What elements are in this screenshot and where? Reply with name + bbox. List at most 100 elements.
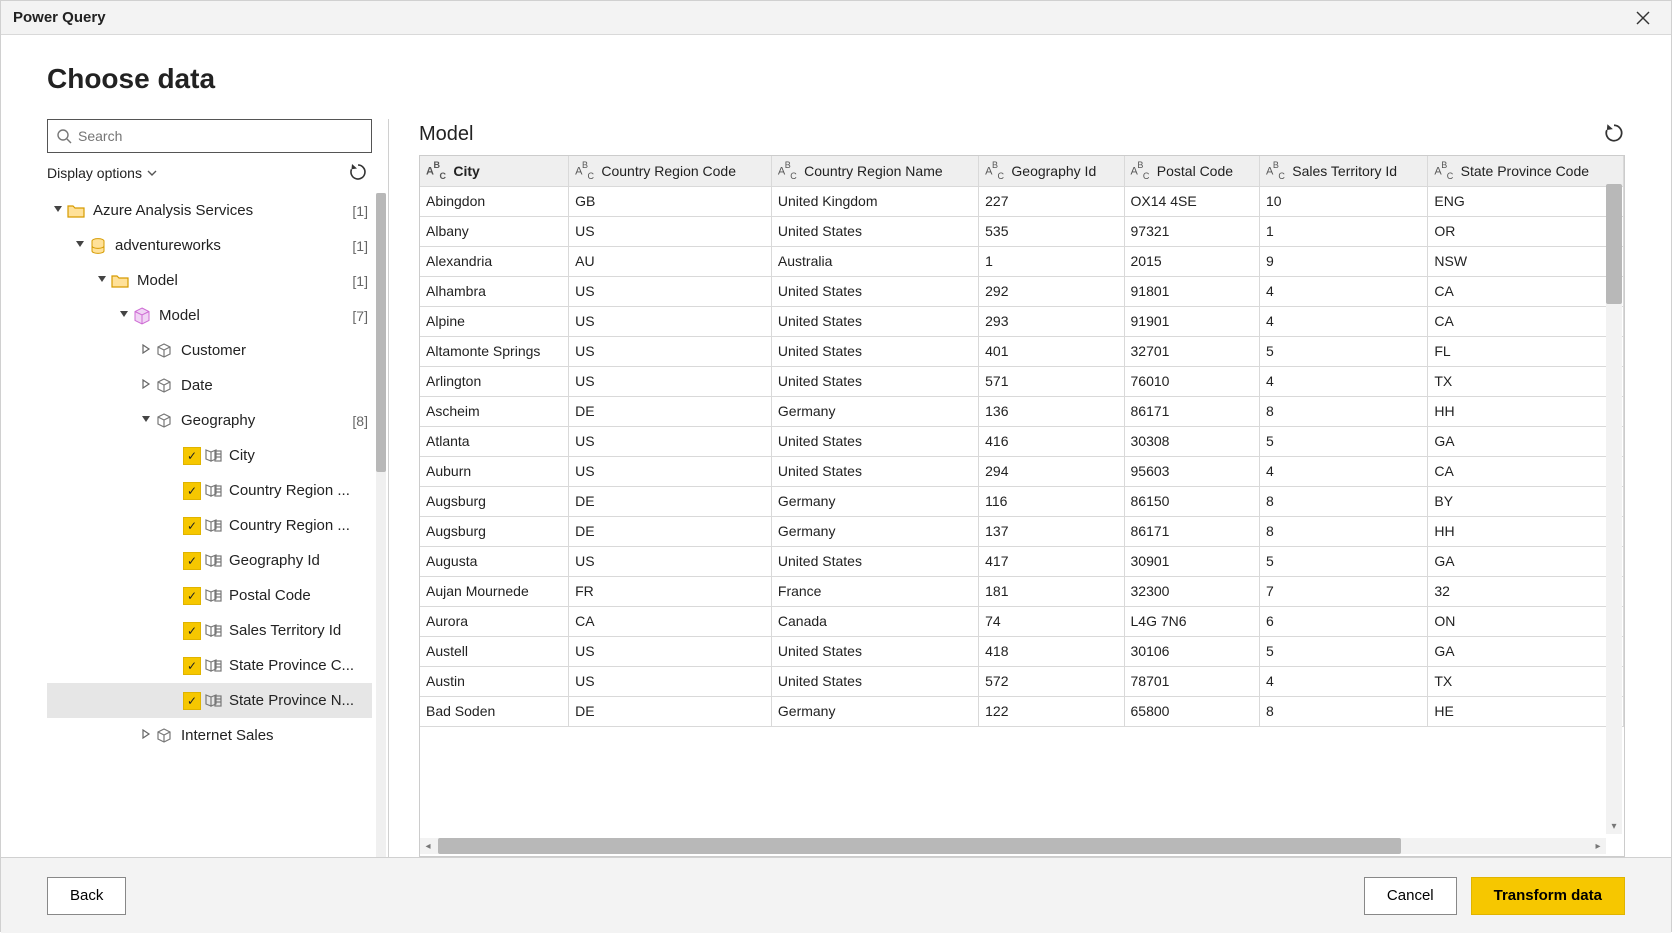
cancel-button[interactable]: Cancel <box>1364 877 1457 915</box>
column-icon <box>201 691 223 711</box>
table-cell: HH <box>1428 396 1624 426</box>
table-row[interactable]: AlhambraUSUnited States292918014CA <box>420 276 1624 306</box>
tree-node[interactable]: ✓Country Region ... <box>47 473 372 508</box>
table-cell: United States <box>771 666 978 696</box>
table-cell: 4 <box>1260 666 1428 696</box>
table-cell: US <box>569 306 772 336</box>
expander-expand-icon[interactable] <box>139 344 153 357</box>
tree-node[interactable]: ✓Sales Territory Id <box>47 613 372 648</box>
column-icon <box>201 446 223 466</box>
expander-expand-icon[interactable] <box>139 729 153 742</box>
checkbox[interactable]: ✓ <box>183 517 201 535</box>
tree-node-label: Geography <box>175 412 352 429</box>
column-header[interactable]: ABC State Province Code <box>1428 156 1624 186</box>
column-header[interactable]: ABC Country Region Code <box>569 156 772 186</box>
table-row[interactable]: AugsburgDEGermany137861718HH <box>420 516 1624 546</box>
tree-node[interactable]: Date <box>47 368 372 403</box>
expander-expand-icon[interactable] <box>139 379 153 392</box>
table-row[interactable]: AuroraCACanada74L4G 7N66ON <box>420 606 1624 636</box>
display-options-dropdown[interactable]: Display options <box>47 165 158 181</box>
transform-data-button[interactable]: Transform data <box>1471 877 1625 915</box>
tree-node[interactable]: ✓State Province N... <box>47 683 372 718</box>
table-cell: 86171 <box>1124 396 1260 426</box>
table-cell: United States <box>771 336 978 366</box>
expander-collapse-icon[interactable] <box>51 204 65 217</box>
checkbox[interactable]: ✓ <box>183 552 201 570</box>
expander-collapse-icon[interactable] <box>95 274 109 287</box>
navigator-refresh-button[interactable] <box>348 162 368 185</box>
tree-node[interactable]: Customer <box>47 333 372 368</box>
tree-node[interactable]: ✓State Province C... <box>47 648 372 683</box>
tree-node[interactable]: Azure Analysis Services[1] <box>47 193 372 228</box>
column-header[interactable]: ABC Postal Code <box>1124 156 1260 186</box>
preview-refresh-button[interactable] <box>1603 122 1625 147</box>
column-header[interactable]: ABC City <box>420 156 569 186</box>
table-row[interactable]: AlpineUSUnited States293919014CA <box>420 306 1624 336</box>
tree-node[interactable]: ✓Geography Id <box>47 543 372 578</box>
checkbox[interactable]: ✓ <box>183 482 201 500</box>
column-icon <box>201 481 223 501</box>
table-cell: Bad Soden <box>420 696 569 726</box>
expander-collapse-icon[interactable] <box>139 414 153 427</box>
table-row[interactable]: AlbanyUSUnited States535973211OR <box>420 216 1624 246</box>
table-row[interactable]: AuburnUSUnited States294956034CA <box>420 456 1624 486</box>
expander-collapse-icon[interactable] <box>73 239 87 252</box>
table-cell: 136 <box>979 396 1124 426</box>
table-row[interactable]: AugustaUSUnited States417309015GA <box>420 546 1624 576</box>
back-button[interactable]: Back <box>47 877 126 915</box>
checkbox[interactable]: ✓ <box>183 622 201 640</box>
grid-scroll-down-icon[interactable]: ▾ <box>1606 818 1622 834</box>
tree-node[interactable]: Internet Sales <box>47 718 372 753</box>
table-cell: 227 <box>979 186 1124 216</box>
column-icon <box>201 551 223 571</box>
search-input-wrap[interactable] <box>47 119 372 153</box>
table-row[interactable]: AtlantaUSUnited States416303085GA <box>420 426 1624 456</box>
search-input[interactable] <box>72 128 363 144</box>
table-cell: US <box>569 366 772 396</box>
table-row[interactable]: AscheimDEGermany136861718HH <box>420 396 1624 426</box>
close-button[interactable] <box>1623 1 1663 35</box>
table-cell: US <box>569 216 772 246</box>
tree-node[interactable]: adventureworks[1] <box>47 228 372 263</box>
checkbox[interactable]: ✓ <box>183 587 201 605</box>
grid-vscroll-thumb[interactable] <box>1606 184 1622 304</box>
table-row[interactable]: Aujan MournedeFRFrance18132300732 <box>420 576 1624 606</box>
table-row[interactable]: AustinUSUnited States572787014TX <box>420 666 1624 696</box>
table-cell: TX <box>1428 666 1624 696</box>
table-row[interactable]: AlexandriaAUAustralia120159NSW <box>420 246 1624 276</box>
table-cell: United States <box>771 306 978 336</box>
table-row[interactable]: AugsburgDEGermany116861508BY <box>420 486 1624 516</box>
checkbox[interactable]: ✓ <box>183 447 201 465</box>
checkbox[interactable]: ✓ <box>183 692 201 710</box>
tree-node[interactable]: ✓Postal Code <box>47 578 372 613</box>
table-cell: GA <box>1428 636 1624 666</box>
table-row[interactable]: ArlingtonUSUnited States571760104TX <box>420 366 1624 396</box>
expander-collapse-icon[interactable] <box>117 309 131 322</box>
tree-node-label: Customer <box>175 342 372 359</box>
table-row[interactable]: AustellUSUnited States418301065GA <box>420 636 1624 666</box>
table-cell: Alhambra <box>420 276 569 306</box>
column-header[interactable]: ABC Geography Id <box>979 156 1124 186</box>
tree-node[interactable]: ✓City <box>47 438 372 473</box>
grid-hscroll-thumb[interactable] <box>438 838 1401 854</box>
tree-node[interactable]: Model[1] <box>47 263 372 298</box>
navigator-scrollbar-thumb[interactable] <box>376 193 386 472</box>
grid-scroll-right-icon[interactable]: ▸ <box>1590 838 1606 854</box>
tree-node[interactable]: Geography[8] <box>47 403 372 438</box>
table-row[interactable]: Bad SodenDEGermany122658008HE <box>420 696 1624 726</box>
grid-scroll-left-icon[interactable]: ◂ <box>420 838 436 854</box>
table-row[interactable]: AbingdonGBUnited Kingdom227OX14 4SE10ENG <box>420 186 1624 216</box>
checkbox[interactable]: ✓ <box>183 657 201 675</box>
tree-node[interactable]: ✓Country Region ... <box>47 508 372 543</box>
tree-node[interactable]: Model[7] <box>47 298 372 333</box>
table-cell: US <box>569 336 772 366</box>
search-icon <box>56 128 72 144</box>
column-header[interactable]: ABC Country Region Name <box>771 156 978 186</box>
window-title: Power Query <box>13 9 106 26</box>
refresh-icon <box>1603 122 1625 144</box>
table-cell: US <box>569 456 772 486</box>
column-header[interactable]: ABC Sales Territory Id <box>1260 156 1428 186</box>
table-cell: 5 <box>1260 546 1428 576</box>
table-row[interactable]: Altamonte SpringsUSUnited States40132701… <box>420 336 1624 366</box>
table-cell: 76010 <box>1124 366 1260 396</box>
